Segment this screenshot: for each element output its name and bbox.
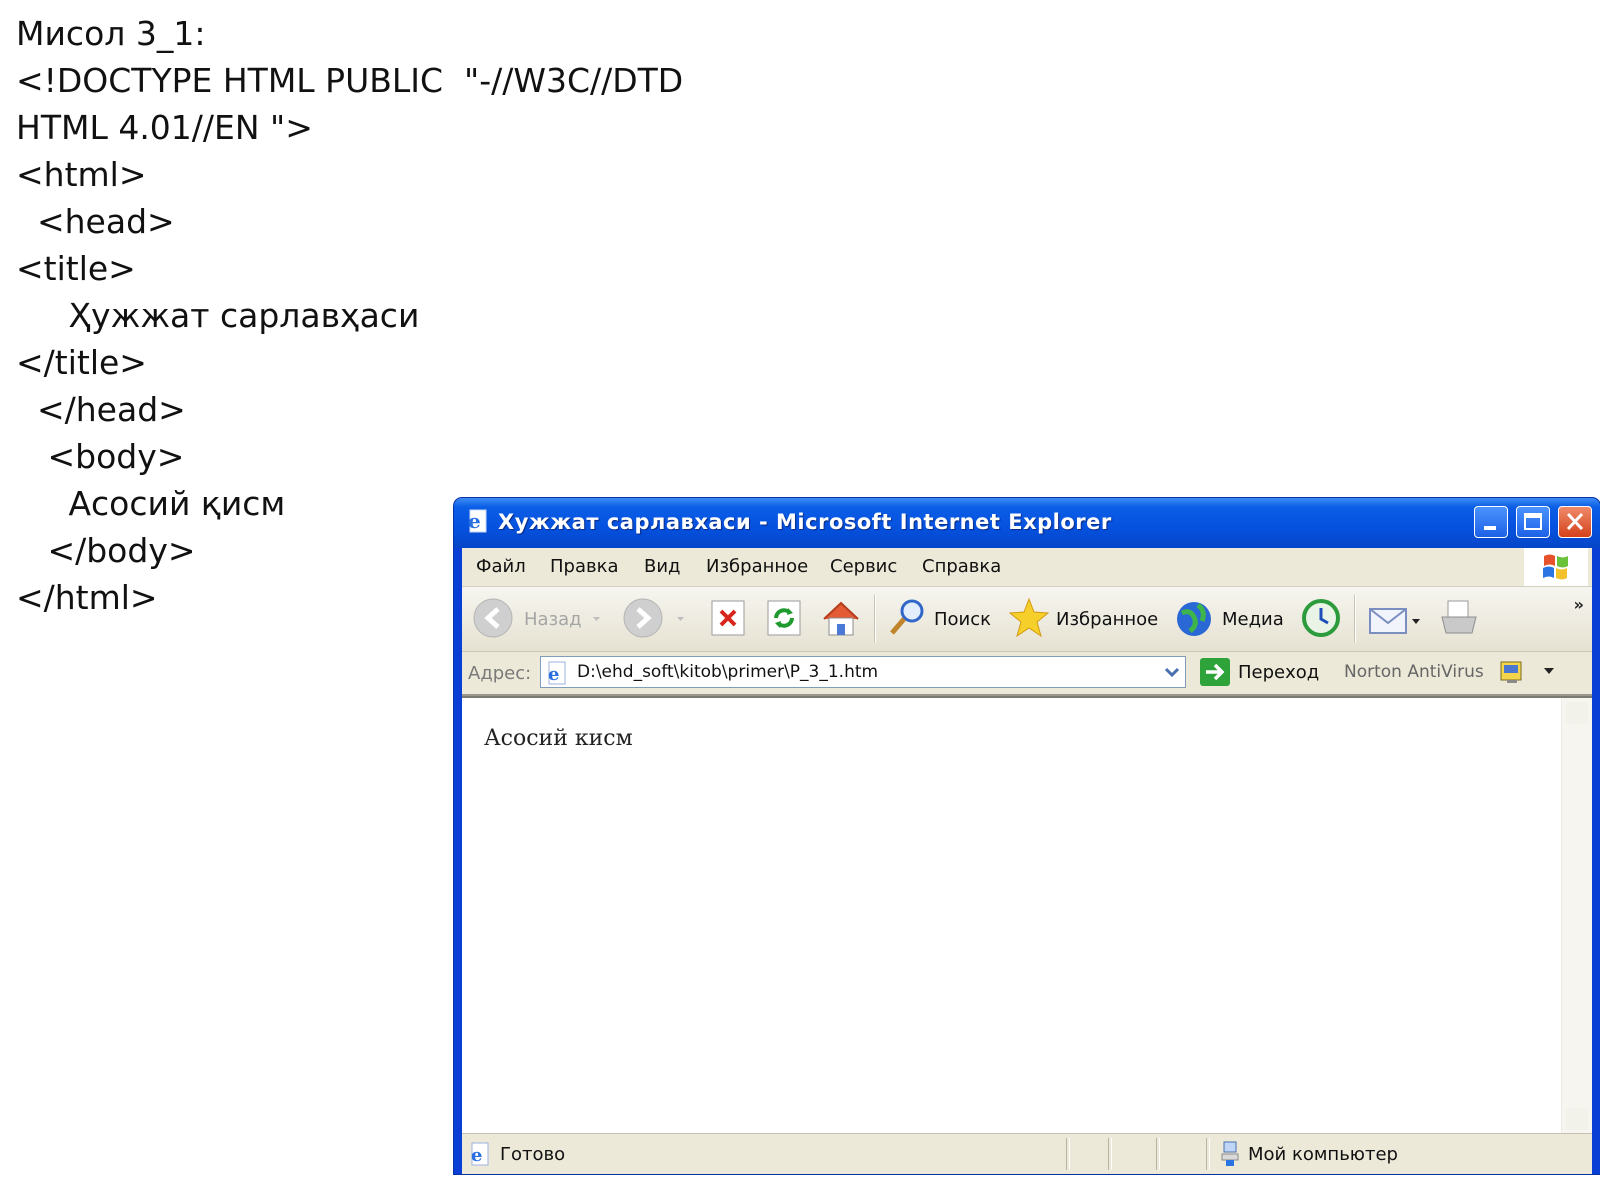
- browser-window: e Хужжат сарлавхаси - Microsoft Internet…: [454, 498, 1600, 1174]
- favorites-button[interactable]: Избранное: [1006, 595, 1162, 641]
- chevron-down-icon[interactable]: [1544, 668, 1554, 676]
- menu-favorites[interactable]: Избранное: [706, 556, 808, 577]
- print-button[interactable]: [1436, 595, 1482, 641]
- forward-dropdown[interactable]: [676, 595, 686, 641]
- scroll-up-button[interactable]: [1566, 702, 1588, 724]
- code-line: Ҳужжат сарлавҳаси: [16, 296, 420, 335]
- minimize-icon: [1484, 526, 1496, 530]
- code-line: Асосий қисм: [16, 484, 286, 523]
- code-line: </body>: [16, 531, 196, 570]
- svg-text:e: e: [468, 509, 481, 533]
- menu-view[interactable]: Вид: [644, 556, 681, 577]
- status-bar: e Готово Мой компьютер: [462, 1133, 1592, 1174]
- code-line: </head>: [16, 390, 186, 429]
- browser-client: Файл Правка Вид Избранное Сервис Справка: [462, 548, 1592, 1174]
- maximize-button[interactable]: [1516, 506, 1550, 538]
- stop-button[interactable]: [708, 595, 748, 641]
- home-button[interactable]: [818, 595, 864, 641]
- toolbar-separator: [1354, 595, 1355, 643]
- security-zone-label: Мой компьютер: [1248, 1144, 1398, 1165]
- chevron-down-icon: [1164, 667, 1180, 678]
- menu-tools[interactable]: Сервис: [830, 556, 897, 577]
- ie-page-icon: e: [548, 661, 566, 685]
- page-body-text: Асосий кисм: [484, 726, 633, 751]
- ie-page-icon: e: [468, 509, 487, 533]
- page-content-area[interactable]: Асосий кисм: [462, 696, 1592, 1134]
- computer-zone-icon: [1221, 1141, 1239, 1166]
- minimize-button[interactable]: [1474, 506, 1508, 538]
- printer-icon: [1441, 600, 1477, 634]
- address-label: Адрес:: [468, 663, 532, 684]
- code-line: <html>: [16, 155, 147, 194]
- back-dropdown[interactable]: [592, 595, 602, 641]
- favorites-label: Избранное: [1056, 609, 1159, 630]
- refresh-button[interactable]: [764, 595, 804, 641]
- history-button[interactable]: [1298, 595, 1344, 641]
- norton-antivirus-icon[interactable]: [1498, 658, 1526, 686]
- code-line: </title>: [16, 343, 147, 382]
- code-line: <body>: [16, 437, 185, 476]
- norton-antivirus-label[interactable]: Norton AntiVirus: [1344, 662, 1484, 682]
- window-title: Хужжат сарлавхаси - Microsoft Internet E…: [498, 510, 1112, 534]
- address-bar: Адрес: e D:\ehd_soft\kitob\primer\P_3_1.…: [462, 652, 1592, 696]
- stop-icon: [711, 600, 745, 636]
- mail-button[interactable]: [1366, 595, 1426, 641]
- star-icon: [1008, 597, 1050, 638]
- address-input[interactable]: e D:\ehd_soft\kitob\primer\P_3_1.htm: [540, 656, 1186, 688]
- go-arrow-icon: [1200, 658, 1230, 686]
- go-label: Переход: [1238, 662, 1320, 683]
- scroll-down-button[interactable]: [1566, 1108, 1588, 1130]
- code-line: <title>: [16, 249, 136, 288]
- media-button[interactable]: Медиа: [1172, 595, 1284, 641]
- search-button[interactable]: Поиск: [884, 595, 992, 641]
- standard-toolbar: Назад Поиск Избранное Медиа »: [462, 587, 1592, 652]
- search-icon: [890, 599, 924, 635]
- back-arrow-icon: [473, 598, 513, 638]
- address-value: D:\ehd_soft\kitob\primer\P_3_1.htm: [577, 662, 879, 682]
- menu-bar: Файл Правка Вид Избранное Сервис Справка: [462, 548, 1592, 587]
- maximize-icon: [1524, 513, 1542, 530]
- menu-file[interactable]: Файл: [476, 556, 526, 577]
- slide-heading: Мисол 3_1:: [16, 14, 206, 53]
- status-divider: [1206, 1138, 1210, 1170]
- status-divider: [1156, 1138, 1160, 1170]
- back-button[interactable]: Назад: [470, 595, 588, 641]
- home-icon: [823, 601, 859, 636]
- code-line: <!DOCTYPE HTML PUBLIC "-//W3C//DTD: [16, 61, 684, 100]
- svg-text:e: e: [548, 664, 559, 685]
- menu-edit[interactable]: Правка: [550, 556, 619, 577]
- ie-page-icon: e: [471, 1142, 489, 1166]
- status-divider: [1066, 1138, 1070, 1170]
- status-text: Готово: [500, 1144, 566, 1165]
- code-line: <head>: [16, 202, 175, 241]
- code-line: </html>: [16, 578, 158, 617]
- forward-arrow-icon: [623, 598, 663, 638]
- forward-button[interactable]: [620, 595, 666, 641]
- windows-logo-icon: [1524, 548, 1588, 586]
- status-divider: [1108, 1138, 1112, 1170]
- mail-icon: [1369, 608, 1420, 634]
- svg-text:e: e: [471, 1145, 482, 1166]
- go-button[interactable]: Переход: [1198, 656, 1328, 688]
- toolbar-overflow-chevron[interactable]: »: [1574, 595, 1584, 614]
- close-icon: [1566, 512, 1584, 531]
- history-icon: [1302, 599, 1340, 637]
- close-button[interactable]: [1558, 506, 1592, 538]
- code-line: HTML 4.01//EN ">: [16, 108, 313, 147]
- vertical-scrollbar[interactable]: [1561, 698, 1592, 1134]
- menu-help[interactable]: Справка: [922, 556, 1001, 577]
- media-globe-icon: [1177, 602, 1211, 636]
- title-bar[interactable]: e Хужжат сарлавхаси - Microsoft Internet…: [454, 498, 1600, 548]
- toolbar-separator: [874, 595, 875, 643]
- address-dropdown-button[interactable]: [1159, 657, 1185, 687]
- search-label: Поиск: [934, 609, 992, 630]
- back-label: Назад: [524, 609, 582, 630]
- media-label: Медиа: [1222, 609, 1284, 630]
- refresh-icon: [767, 600, 801, 636]
